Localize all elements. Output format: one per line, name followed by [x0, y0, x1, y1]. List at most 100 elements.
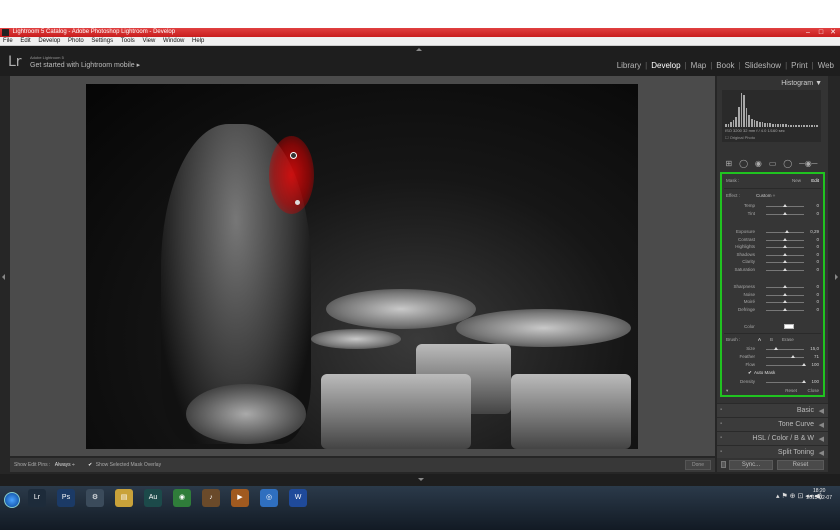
taskbar-app-icon[interactable]: ▤ — [115, 489, 133, 507]
module-book[interactable]: Book — [716, 61, 734, 70]
module-library[interactable]: Library — [617, 61, 641, 70]
slider-track[interactable] — [766, 285, 804, 288]
menu-edit[interactable]: Edit — [20, 38, 30, 44]
adjustment-brush-icon[interactable]: ─◉─ — [799, 159, 817, 168]
panel-switch-icon[interactable]: ▪ — [720, 421, 722, 427]
color-swatch[interactable] — [784, 324, 794, 329]
slider-knob[interactable] — [783, 292, 787, 296]
slider-track[interactable] — [766, 237, 804, 241]
menu-file[interactable]: File — [3, 38, 13, 44]
effect-preset-select[interactable]: Custom ÷ — [756, 193, 775, 198]
slider-track[interactable] — [766, 260, 804, 263]
taskbar-app-icon[interactable]: ▶ — [231, 489, 249, 507]
filmstrip-collapsed[interactable] — [0, 474, 840, 486]
left-panel-toggle-icon[interactable] — [2, 274, 5, 280]
taskbar-app-icon[interactable]: W — [289, 489, 307, 507]
edit-pin[interactable] — [290, 152, 297, 159]
menu-window[interactable]: Window — [163, 38, 184, 44]
slider-track[interactable] — [766, 267, 804, 271]
slider-knob[interactable] — [802, 363, 806, 366]
panel-expand-icon[interactable]: ◀ — [819, 421, 824, 429]
crop-overlay-icon[interactable]: ⊞ — [725, 159, 732, 168]
mobile-promo-link[interactable]: Get started with Lightroom mobile ▸ — [30, 61, 140, 69]
brush-erase-button[interactable]: Erase — [782, 337, 794, 342]
slider-track[interactable] — [766, 300, 804, 303]
mask-new-button[interactable]: New — [792, 178, 801, 183]
panel-expand-icon[interactable]: ◀ — [819, 407, 824, 415]
slider-value[interactable]: 0 — [816, 267, 819, 272]
slider-value[interactable]: 0 — [816, 299, 819, 304]
module-develop[interactable]: Develop — [651, 61, 680, 70]
taskbar-app-icon[interactable]: ◉ — [173, 489, 191, 507]
taskbar-clock[interactable]: 18:20 2015-02-07 — [806, 488, 832, 502]
menu-settings[interactable]: Settings — [91, 38, 113, 44]
taskbar-app-icon[interactable]: ◎ — [260, 489, 278, 507]
density-slider[interactable] — [766, 380, 806, 383]
radial-filter-icon[interactable]: ◯ — [783, 159, 792, 168]
taskbar-app-icon[interactable]: ♪ — [202, 489, 220, 507]
module-map[interactable]: Map — [691, 61, 707, 70]
original-photo-checkbox[interactable]: ☐ Original Photo — [725, 135, 755, 140]
slider-knob[interactable] — [790, 355, 795, 358]
slider-value[interactable]: 0 — [816, 211, 819, 216]
show-edit-pins-select[interactable]: Always ÷ — [55, 462, 75, 468]
panel-tone-curve[interactable]: ▪ Tone Curve ◀ — [717, 417, 828, 431]
menu-view[interactable]: View — [142, 38, 155, 44]
slider-track[interactable] — [766, 230, 804, 233]
done-button[interactable]: Done — [685, 460, 711, 470]
image-work-area[interactable] — [10, 76, 715, 456]
histogram-collapse-icon[interactable]: ▼ — [815, 80, 822, 87]
slider-track[interactable] — [766, 347, 804, 350]
slider-value[interactable]: 0 — [816, 237, 819, 242]
maximize-button[interactable]: □ — [815, 28, 827, 37]
slider-knob[interactable] — [783, 300, 787, 303]
brush-a-button[interactable]: A — [758, 337, 761, 342]
slider-value[interactable]: 71 — [814, 354, 819, 359]
menu-photo[interactable]: Photo — [68, 38, 84, 44]
taskbar-app-icon[interactable]: ⚙ — [86, 489, 104, 507]
slider-track[interactable] — [766, 355, 804, 358]
slider-knob[interactable] — [783, 204, 787, 207]
slider-knob[interactable] — [783, 260, 787, 263]
graduated-filter-icon[interactable]: ▭ — [769, 159, 777, 168]
slider-value[interactable]: 100 — [811, 362, 819, 367]
red-eye-icon[interactable]: ◉ — [755, 159, 762, 168]
slider-value[interactable]: 0,29 — [810, 229, 819, 234]
density-value[interactable]: 100 — [811, 379, 819, 384]
slider-knob[interactable] — [783, 267, 787, 271]
collapse-top-panel-icon[interactable] — [416, 48, 422, 51]
slider-value[interactable]: 0 — [816, 252, 819, 257]
spot-removal-icon[interactable]: ◯ — [739, 159, 748, 168]
module-web[interactable]: Web — [818, 61, 834, 70]
start-button[interactable] — [4, 492, 20, 508]
right-panel-toggle-icon[interactable] — [835, 274, 838, 280]
slider-track[interactable] — [766, 252, 804, 256]
slider-track[interactable] — [766, 204, 804, 207]
collapse-arrow-icon[interactable]: ▾ — [726, 388, 728, 394]
panel-expand-icon[interactable]: ◀ — [819, 449, 824, 457]
slider-track[interactable] — [766, 211, 804, 215]
sync-button[interactable]: Sync... — [729, 460, 773, 470]
slider-knob[interactable] — [783, 237, 787, 241]
brush-b-button[interactable]: B — [770, 337, 773, 342]
panel-split-toning[interactable]: ▪ Split Toning ◀ — [717, 445, 828, 459]
menu-develop[interactable]: Develop — [38, 38, 60, 44]
panel-switch-icon[interactable]: ▪ — [720, 407, 722, 413]
slider-value[interactable]: 0 — [816, 284, 819, 289]
histogram-header[interactable]: Histogram ▼ — [781, 80, 822, 87]
mask-close-button[interactable]: Close — [807, 388, 819, 393]
panel-expand-icon[interactable]: ◀ — [819, 435, 824, 443]
module-slideshow[interactable]: Slideshow — [745, 61, 781, 70]
slider-knob[interactable] — [802, 380, 806, 383]
slider-track[interactable] — [766, 363, 806, 366]
panel-basic[interactable]: ▪ Basic ◀ — [717, 403, 828, 417]
slider-knob[interactable] — [783, 285, 787, 288]
mask-reset-button[interactable]: Reset — [785, 388, 797, 393]
expand-filmstrip-icon[interactable] — [418, 478, 424, 481]
close-window-button[interactable]: ✕ — [827, 28, 839, 37]
show-mask-overlay-checkbox[interactable]: ✔ — [88, 462, 92, 468]
auto-mask-checkbox[interactable]: ✔ — [748, 370, 752, 376]
taskbar-app-icon[interactable]: Au — [144, 489, 162, 507]
slider-track[interactable] — [766, 292, 804, 296]
panel-switch-icon[interactable]: ▪ — [720, 435, 722, 441]
